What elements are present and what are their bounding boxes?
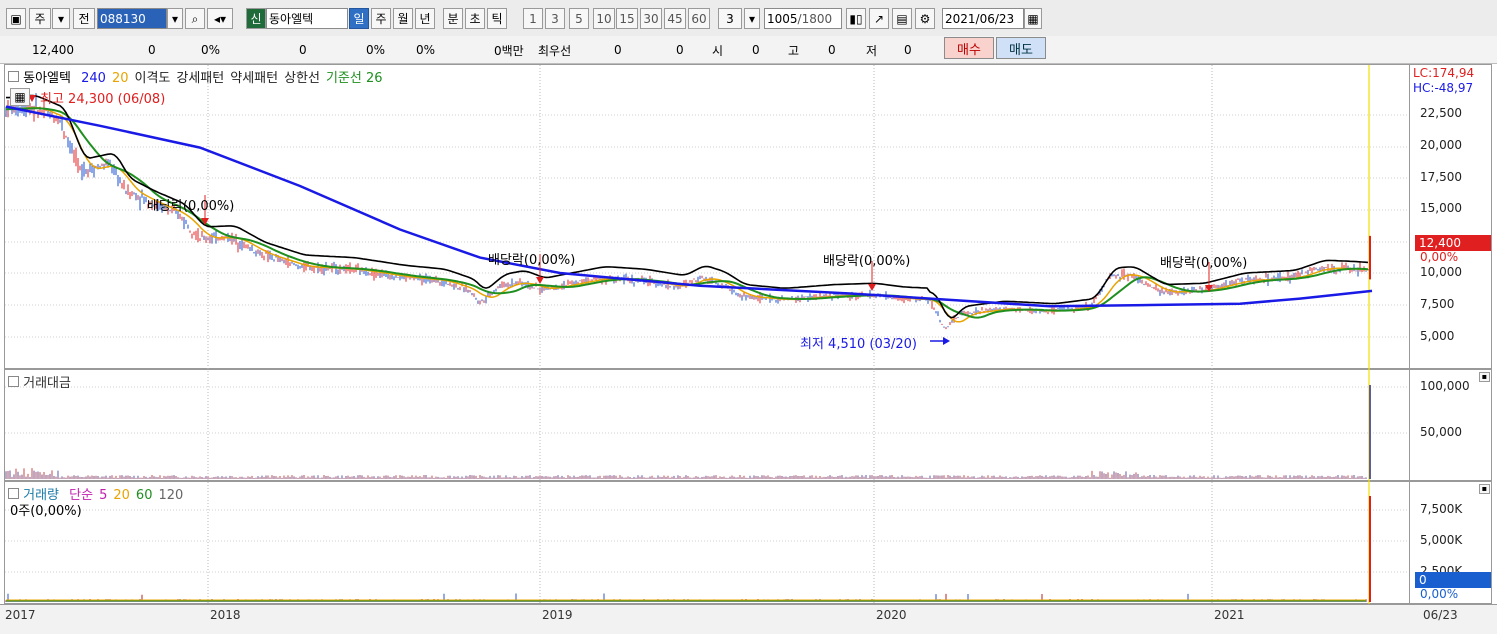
y-tick-label: 50,000: [1420, 425, 1462, 439]
dividend-arrow-icon: [536, 277, 544, 284]
low-arrow-icon: [943, 337, 950, 345]
table-grid-icon[interactable]: ▦: [10, 88, 30, 106]
amount-legend-label: 거래대금: [23, 376, 71, 391]
x-axis-label: 2018: [210, 608, 241, 622]
y-tick-label: 20,000: [1420, 138, 1462, 152]
y-tick-label: 100,000: [1420, 379, 1470, 393]
price-legend: 동아엘텍 240 20 이격도 강세패턴 약세패턴 상한선 기준선 26: [8, 67, 383, 86]
price-legend-item: 상한선: [284, 71, 320, 86]
price-legend-item: 강세패턴: [176, 71, 225, 86]
volume-last-tag: 0: [1415, 572, 1491, 588]
hc-label: HC:-48,97: [1413, 81, 1474, 95]
last-pct-tag: 0,00%: [1420, 250, 1459, 264]
panel-close-icon[interactable]: ▪: [1479, 484, 1490, 494]
y-tick-label: 15,000: [1420, 201, 1462, 215]
price-legend-item: 이격도: [134, 71, 171, 86]
lc-label: LC:174,94: [1413, 66, 1475, 80]
dividend-arrow-icon: [868, 284, 876, 291]
dividend-label-3: 배당락(0,00%): [823, 254, 911, 269]
y-tick-label: 10,000: [1420, 265, 1462, 279]
x-axis-label: 2019: [542, 608, 573, 622]
price-legend-item: 약세패턴: [230, 71, 279, 86]
y-tick-label: 17,500: [1420, 170, 1462, 184]
last-price-tag: 12,400: [1415, 235, 1491, 251]
dividend-label-2: 배당락(0,00%): [488, 253, 576, 268]
x-axis-label: 2017: [5, 608, 36, 622]
price-legend-item: 240: [81, 71, 106, 86]
y-tick-label: 7,500K: [1420, 502, 1463, 516]
volume-last-pct-tag: 0,00%: [1420, 587, 1459, 601]
volume-legend-item: 60: [135, 488, 153, 503]
price-legend-item: 20: [111, 71, 129, 86]
y-tick-label: 5,000: [1420, 329, 1455, 343]
ma20-line: [5, 106, 1369, 323]
chart-svg: [5, 65, 1409, 604]
price-legend-item: 기준선 26: [325, 71, 383, 86]
legend-stock-name: 동아엘텍: [23, 71, 71, 86]
x-axis-label: 2021: [1214, 608, 1245, 622]
y-tick-label: 5,000K: [1420, 533, 1463, 547]
y-tick-label: 7,500: [1420, 297, 1455, 311]
panel-close-icon[interactable]: ▪: [1479, 372, 1490, 382]
volume-legend-item: 20: [113, 488, 130, 503]
x-axis-label: 2020: [876, 608, 907, 622]
x-axis-last-date: 06/23: [1423, 608, 1458, 622]
volume-value-label: 0주(0,00%): [10, 504, 82, 519]
legend-box-icon: [8, 488, 19, 499]
volume-legend-item: 5: [99, 488, 108, 503]
high-label: 최고 24,300 (06/08): [40, 92, 166, 107]
legend-box-icon: [8, 376, 19, 387]
legend-items: 240 20 이격도 강세패턴 약세패턴 상한선 기준선 26: [75, 71, 382, 86]
dividend-label-4: 배당락(0,00%): [1160, 256, 1248, 271]
low-label: 최저 4,510 (03/20): [800, 337, 918, 352]
y-tick-label: 22,500: [1420, 106, 1462, 120]
legend-box-icon: [8, 71, 19, 82]
dividend-label-1: 배당락(0,00%): [147, 199, 235, 214]
volume-legend-item: 120: [158, 488, 184, 503]
amount-legend: 거래대금: [8, 372, 71, 391]
